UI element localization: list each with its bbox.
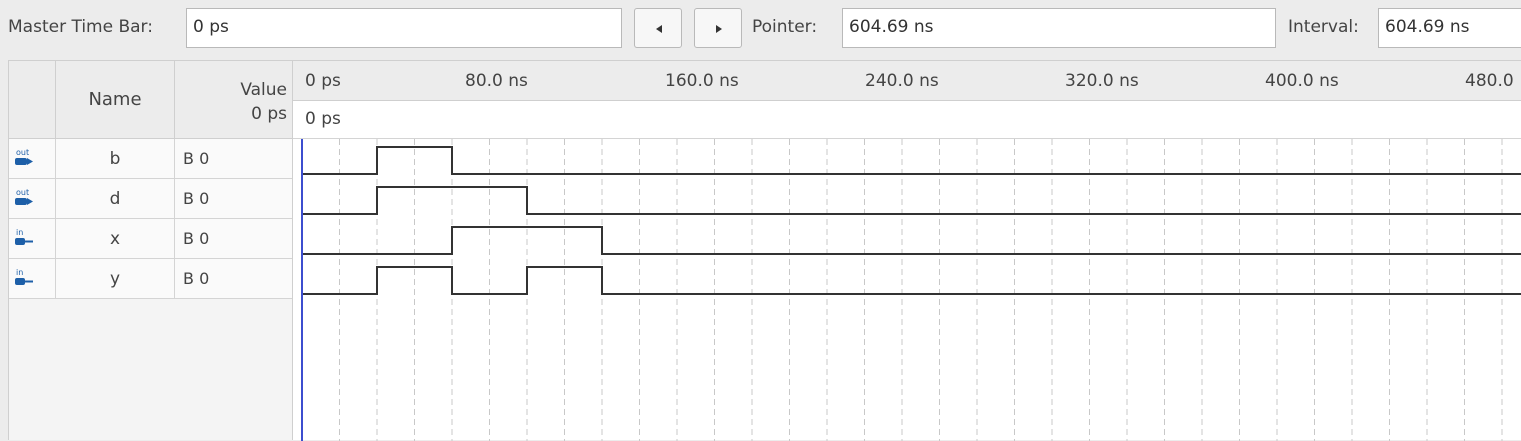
svg-text:in: in — [16, 228, 23, 237]
waveform-y — [302, 266, 1521, 295]
signal-list-pane: Name Value 0 ps out b B 0 out d B 0 in x B 0 in y B… — [8, 60, 293, 440]
output-pin-icon: out — [13, 147, 35, 169]
ruler-tick-label: 160.0 ns — [665, 71, 739, 91]
signal-value: B 0 — [183, 149, 210, 168]
cursor-time-row: 0 ps — [293, 101, 1521, 139]
signal-name: b — [55, 139, 175, 179]
signal-name: d — [55, 179, 175, 219]
input-pin-icon: in — [13, 267, 35, 289]
master-time-bar-label: Master Time Bar: — [8, 17, 153, 37]
ruler-tick-label: 80.0 ns — [465, 71, 528, 91]
previous-transition-button[interactable] — [634, 8, 682, 48]
pointer-field[interactable]: 604.69 ns — [842, 8, 1276, 48]
name-column-header[interactable]: Name — [55, 61, 175, 139]
signal-name: x — [55, 219, 175, 259]
waveform-d — [302, 186, 1521, 215]
arrow-left-icon — [656, 25, 662, 33]
waveform-canvas[interactable] — [293, 139, 1521, 441]
arrow-right-icon — [716, 25, 722, 33]
signal-row[interactable]: out d B 0 — [9, 179, 293, 219]
output-pin-icon: out — [13, 187, 35, 209]
signal-name: y — [55, 259, 175, 299]
pointer-label: Pointer: — [752, 17, 818, 37]
interval-field[interactable]: 604.69 ns — [1378, 8, 1521, 48]
time-toolbar: Master Time Bar: 0 ps Pointer: 604.69 ns… — [0, 0, 1521, 56]
interval-label: Interval: — [1288, 17, 1359, 37]
signal-list-header: Name Value 0 ps — [9, 61, 293, 139]
signal-row[interactable]: out b B 0 — [9, 139, 293, 179]
signal-row[interactable]: in x B 0 — [9, 219, 293, 259]
master-time-bar-field[interactable]: 0 ps — [186, 8, 622, 48]
svg-text:out: out — [16, 148, 29, 157]
value-column-header[interactable]: Value — [240, 78, 287, 102]
waveform-pane[interactable]: 0 ps 80.0 ns 160.0 ns 240.0 ns 320.0 ns 400.0… — [292, 60, 1521, 441]
value-column-time: 0 ps — [251, 104, 287, 124]
signal-value: B 0 — [183, 229, 210, 248]
ruler-tick-label: 0 ps — [305, 71, 341, 91]
signal-value: B 0 — [183, 269, 210, 288]
svg-text:in: in — [16, 268, 23, 277]
cursor-time-label: 0 ps — [305, 109, 341, 129]
ruler-tick-label: 320.0 ns — [1065, 71, 1139, 91]
ruler-tick-label: 240.0 ns — [865, 71, 939, 91]
next-transition-button[interactable] — [694, 8, 742, 48]
waveform-b — [302, 146, 1521, 175]
time-ruler[interactable]: 0 ps 80.0 ns 160.0 ns 240.0 ns 320.0 ns 400.0… — [293, 61, 1521, 101]
ruler-tick-label: 480.0 — [1465, 71, 1514, 91]
signal-row[interactable]: in y B 0 — [9, 259, 293, 299]
signal-value: B 0 — [183, 189, 210, 208]
ruler-tick-label: 400.0 ns — [1265, 71, 1339, 91]
input-pin-icon: in — [13, 227, 35, 249]
waveform-x — [302, 226, 1521, 255]
svg-text:out: out — [16, 188, 29, 197]
